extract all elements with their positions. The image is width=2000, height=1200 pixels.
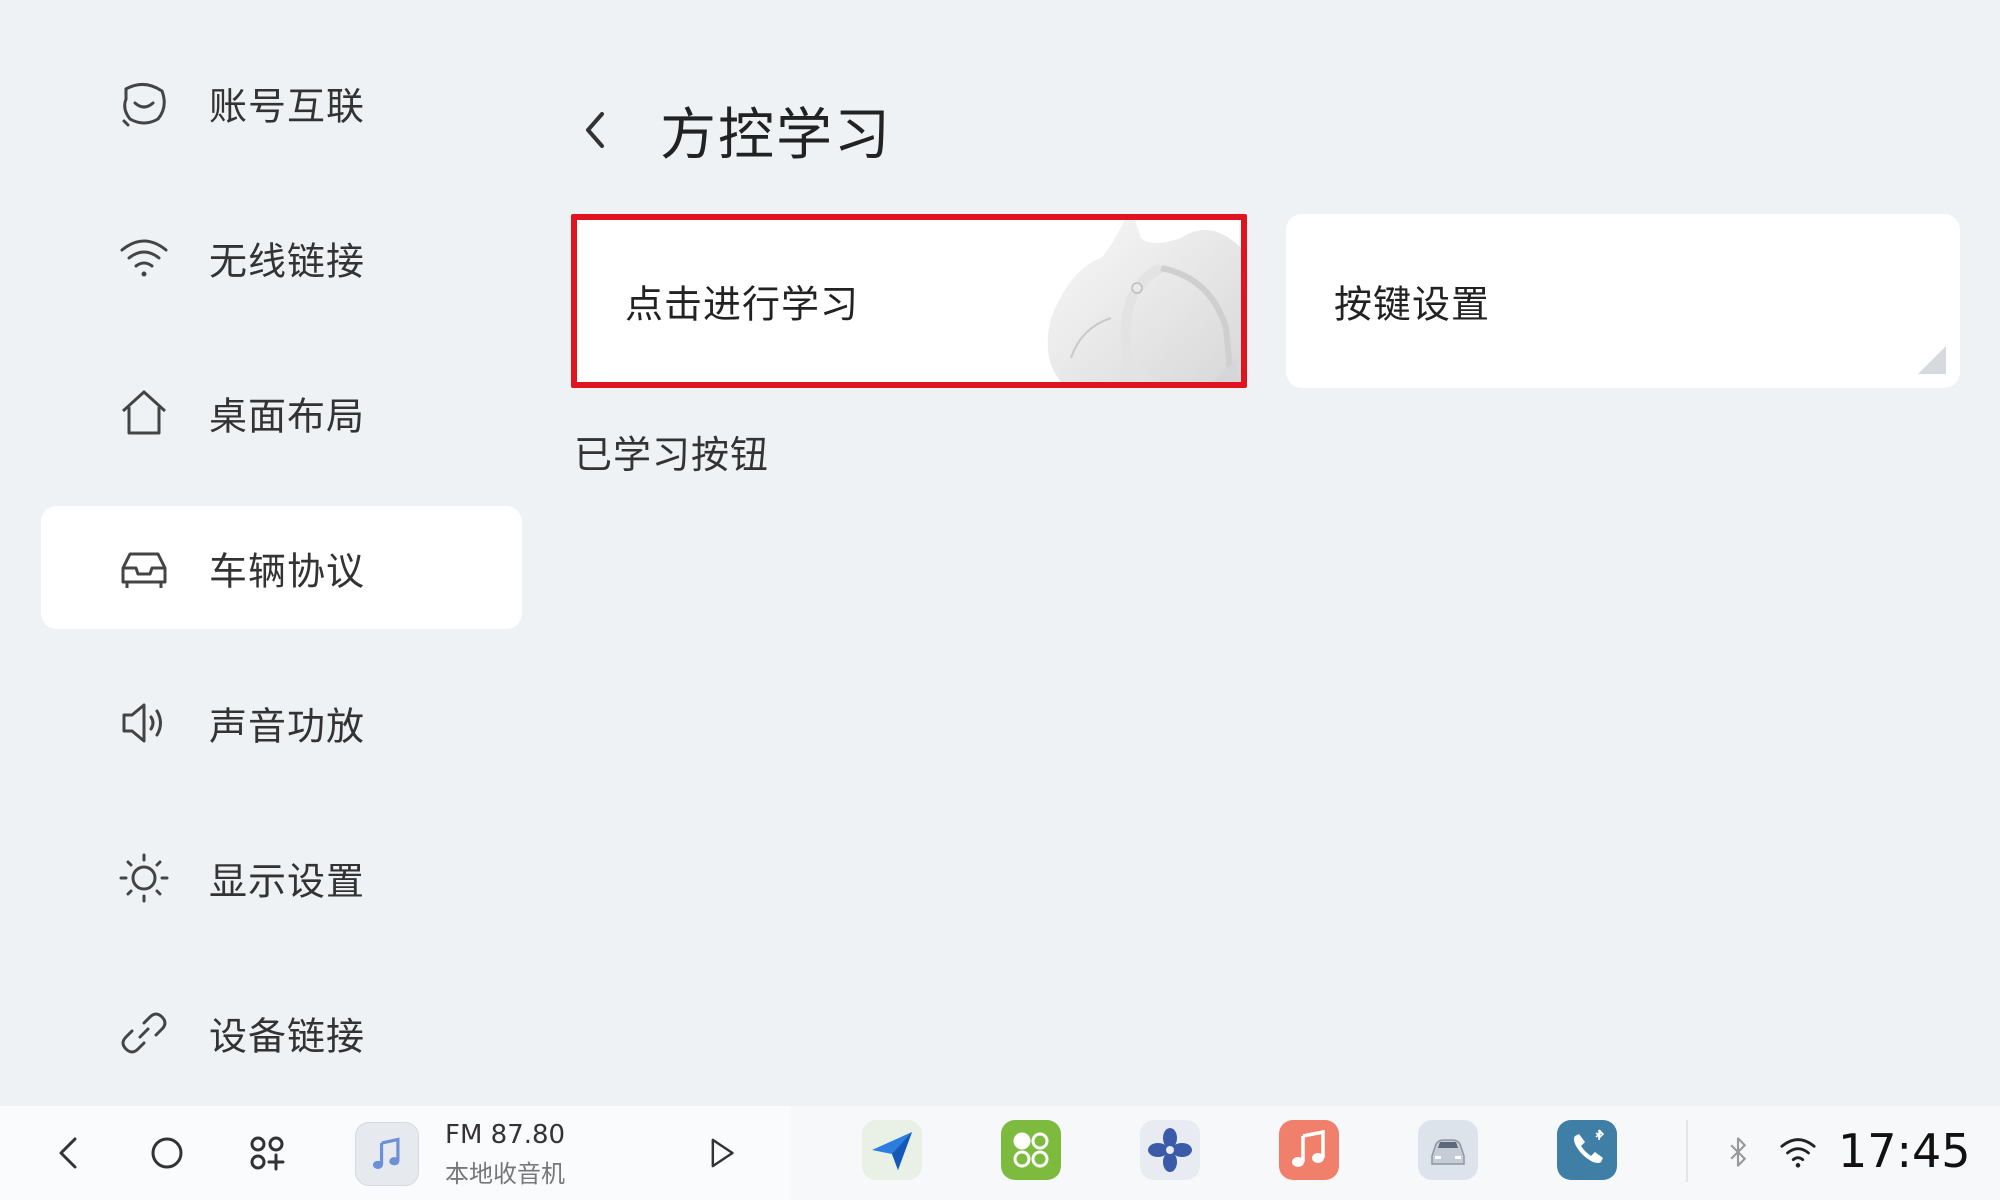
clock: 17:45: [1838, 1124, 1971, 1178]
brightness-icon: [116, 850, 172, 906]
back-arrow-icon: [59, 1137, 77, 1169]
sidebar-item-device-link[interactable]: 设备链接: [41, 971, 522, 1094]
apps-launcher[interactable]: [1001, 1120, 1061, 1180]
chevron-left-icon: [586, 112, 604, 148]
taskbar-divider: [1686, 1120, 1688, 1182]
sidebar-item-label: 车辆协议: [209, 549, 366, 593]
sidebar-item-label: 账号互联: [209, 84, 366, 128]
sidebar-item-desktop-layout[interactable]: 桌面布局: [41, 351, 522, 474]
sidebar-item-vehicle-protocol[interactable]: 车辆协议: [41, 506, 522, 629]
sidebar-item-account[interactable]: 账号互联: [41, 41, 522, 164]
navigation-app[interactable]: [862, 1120, 922, 1180]
radio-source: 本地收音机: [445, 1160, 565, 1188]
key-settings-card[interactable]: 按键设置: [1286, 214, 1960, 388]
music-note-icon: [372, 1137, 400, 1169]
nav-apps-button[interactable]: [240, 1126, 294, 1180]
wifi-icon: [116, 230, 172, 286]
steering-wheel-image: [1047, 220, 1241, 382]
start-learning-card[interactable]: 点击进行学习: [571, 214, 1247, 388]
vehicle-app[interactable]: [1418, 1120, 1478, 1180]
sidebar-item-label: 显示设置: [209, 859, 366, 903]
bluetooth-status[interactable]: [1718, 1132, 1758, 1172]
key-settings-label: 按键设置: [1334, 282, 1491, 327]
music-app[interactable]: [1279, 1120, 1339, 1180]
climate-app[interactable]: [1140, 1120, 1200, 1180]
back-button[interactable]: [570, 100, 620, 160]
taskbar: FM 87.80 本地收音机 17:45: [0, 1106, 2000, 1200]
sidebar: 账号互联 无线链接 桌面布局 车辆协议 声音功放 显示设置 设备链接: [0, 0, 540, 1106]
corner-triangle-icon: [1918, 346, 1946, 374]
account-link-icon: [116, 75, 172, 131]
media-thumbnail[interactable]: [355, 1122, 419, 1186]
radio-frequency: FM 87.80: [445, 1120, 566, 1150]
navigation-app-icon: [872, 1132, 912, 1170]
play-icon: [711, 1138, 734, 1168]
fan-climate-icon: [1148, 1128, 1192, 1172]
sidebar-item-display[interactable]: 显示设置: [41, 816, 522, 939]
bluetooth-phone-app[interactable]: [1557, 1120, 1617, 1180]
nav-home-button[interactable]: [140, 1126, 194, 1180]
home-icon: [116, 385, 172, 441]
link-icon: [116, 1005, 172, 1061]
start-learning-label: 点击进行学习: [625, 282, 860, 327]
page-title: 方控学习: [660, 102, 892, 168]
wifi-signal-icon: [1780, 1138, 1816, 1168]
home-circle-icon: [151, 1137, 183, 1169]
vehicle-app-icon: [1431, 1139, 1465, 1165]
sidebar-item-label: 设备链接: [209, 1014, 366, 1058]
sidebar-item-wireless[interactable]: 无线链接: [41, 196, 522, 319]
sidebar-item-label: 桌面布局: [209, 394, 366, 438]
car-icon: [116, 540, 172, 596]
play-button[interactable]: [696, 1128, 746, 1178]
music-app-icon: [1292, 1129, 1325, 1167]
wifi-status[interactable]: [1778, 1132, 1818, 1172]
bluetooth-phone-icon: [1574, 1129, 1605, 1163]
speaker-icon: [116, 695, 172, 751]
sidebar-item-label: 声音功放: [209, 704, 366, 748]
learned-buttons-heading: 已学习按钮: [574, 433, 770, 477]
bluetooth-icon: [1730, 1137, 1746, 1167]
nav-back-button[interactable]: [42, 1126, 96, 1180]
sidebar-item-label: 无线链接: [209, 239, 366, 283]
page-header: 方控学习: [570, 90, 892, 170]
app-grid-icon: [250, 1136, 285, 1171]
sidebar-item-sound[interactable]: 声音功放: [41, 661, 522, 784]
apps-launcher-icon: [1013, 1132, 1049, 1168]
